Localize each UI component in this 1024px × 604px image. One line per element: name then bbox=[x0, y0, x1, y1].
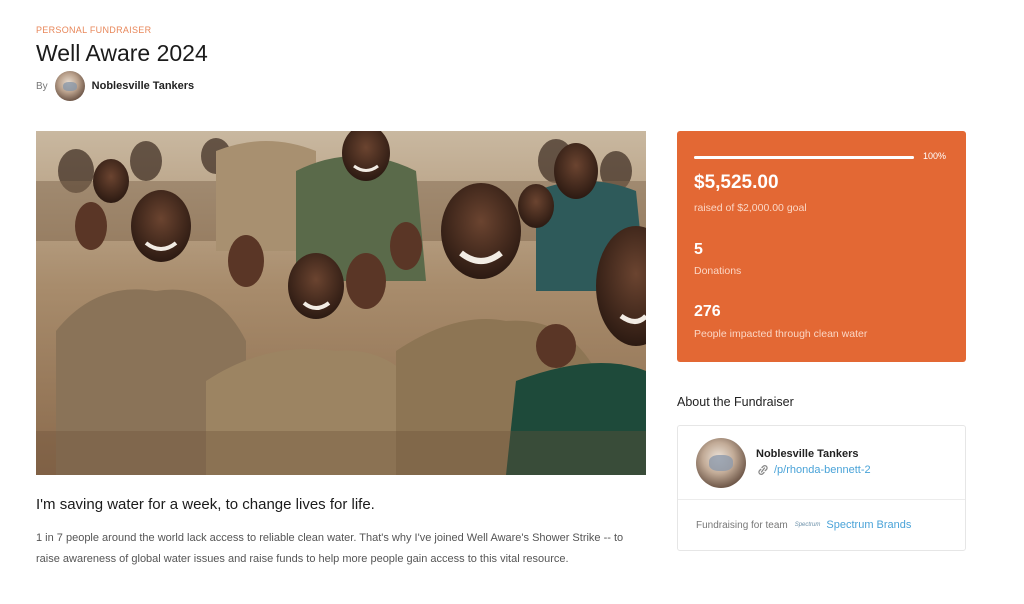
author-avatar[interactable] bbox=[54, 71, 85, 101]
impacted-count: 276 bbox=[694, 303, 721, 320]
about-title: About the Fundraiser bbox=[677, 395, 794, 409]
page-title: Well Aware 2024 bbox=[36, 40, 208, 66]
team-row: Fundraising for team Spectrum Spectrum B… bbox=[696, 519, 911, 531]
fundraiser-link[interactable]: /p/rhonda-bennett-2 bbox=[774, 464, 871, 476]
stats-panel: 100% $5,525.00 raised of $2,000.00 goal … bbox=[677, 131, 966, 362]
progress-percent: 100% bbox=[923, 151, 947, 161]
by-label: By bbox=[36, 80, 48, 92]
team-name-link[interactable]: Spectrum Brands bbox=[826, 519, 911, 531]
card-divider bbox=[678, 499, 965, 500]
donations-label: Donations bbox=[694, 265, 742, 277]
byline: By Noblesville Tankers bbox=[36, 71, 194, 101]
impacted-label: People impacted through clean water bbox=[694, 328, 868, 340]
hero-image bbox=[36, 131, 646, 475]
link-icon bbox=[758, 465, 768, 475]
page-eyebrow: PERSONAL FUNDRAISER bbox=[36, 25, 152, 35]
fundraiser-name[interactable]: Noblesville Tankers bbox=[756, 448, 859, 460]
goal-label: raised of $2,000.00 goal bbox=[694, 202, 807, 214]
team-logo: Spectrum bbox=[794, 522, 821, 528]
donations-count: 5 bbox=[694, 241, 703, 258]
amount-raised: $5,525.00 bbox=[694, 172, 779, 193]
fundraiser-link-row: /p/rhonda-bennett-2 bbox=[756, 464, 871, 476]
story-body: 1 in 7 people around the world lack acce… bbox=[36, 532, 624, 565]
team-label: Fundraising for team bbox=[696, 519, 788, 531]
progress-bar bbox=[694, 156, 914, 159]
about-card: Noblesville Tankers /p/rhonda-bennett-2 … bbox=[677, 425, 966, 551]
progress-fill bbox=[694, 156, 914, 159]
story-subheading: I'm saving water for a week, to change l… bbox=[36, 496, 375, 513]
author-name[interactable]: Noblesville Tankers bbox=[92, 80, 195, 92]
fundraiser-avatar[interactable] bbox=[696, 438, 746, 488]
